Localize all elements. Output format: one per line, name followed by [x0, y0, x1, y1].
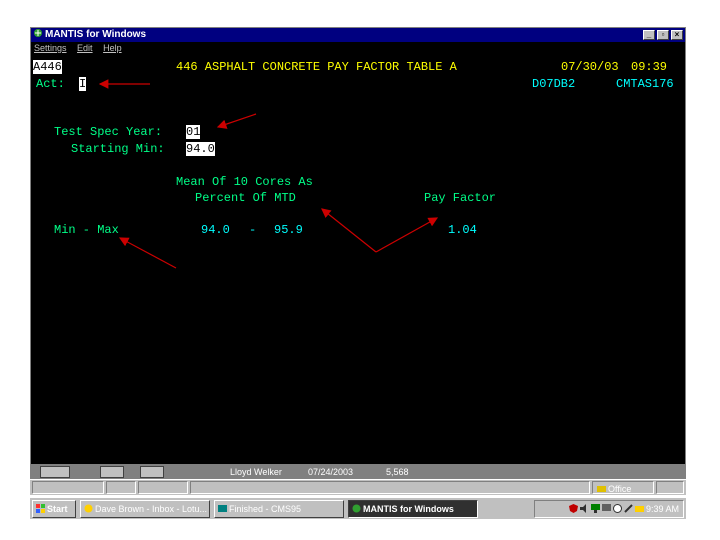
monitor-icon[interactable]: [601, 502, 611, 511]
mantis-app-icon: [33, 28, 43, 38]
task-mantis[interactable]: MANTIS for Windows: [348, 500, 478, 518]
office-label: Office: [608, 484, 632, 494]
title-bar[interactable]: MANTIS for Windows _ ▫ ×: [31, 28, 685, 42]
col-header-mean-line1: Mean Of 10 Cores As: [176, 175, 313, 189]
network-icon[interactable]: [590, 502, 600, 513]
menu-bar: Settings Edit Help: [31, 42, 685, 55]
act-input[interactable]: I: [79, 77, 87, 91]
strip-tab[interactable]: [140, 466, 164, 478]
taskbar: Start Dave Brown - Inbox - Lotu... Finis…: [30, 497, 686, 519]
system-tray: 9:39 AM: [534, 500, 684, 518]
starting-min-input[interactable]: 94.0: [186, 142, 215, 156]
mantis-window: MANTIS for Windows _ ▫ × Settings Edit H…: [30, 27, 686, 465]
strip-date: 07/24/2003: [308, 467, 354, 477]
terminal-screen: A446 446 ASPHALT CONCRETE PAY FACTOR TAB…: [31, 55, 685, 464]
pen-icon[interactable]: [624, 502, 633, 513]
status-cell: [656, 481, 684, 494]
spec-year-label: Test Spec Year:: [54, 125, 163, 139]
screen-time: 09:39: [631, 60, 668, 74]
menu-settings[interactable]: Settings: [34, 43, 67, 53]
folder-icon: [597, 483, 606, 492]
strip-user: Lloyd Welker: [230, 467, 282, 477]
status-cell: [32, 481, 104, 494]
scheduler-icon[interactable]: [612, 502, 622, 513]
spec-year-input[interactable]: 01: [186, 125, 201, 139]
taskbar-clock[interactable]: 9:39 AM: [646, 504, 679, 514]
strip-number: 5,568: [386, 467, 409, 477]
menu-edit[interactable]: Edit: [77, 43, 93, 53]
screen-date: 07/30/03: [561, 60, 619, 74]
row-label-min-max: Min - Max: [54, 223, 119, 237]
cms-icon: [218, 502, 227, 512]
task-cms95[interactable]: Finished - CMS95: [214, 500, 344, 518]
status-bar: Office: [30, 479, 686, 495]
starting-min-label: Starting Min:: [71, 142, 165, 156]
annotation-4: (4): [372, 257, 385, 269]
terminal-id: D07DB2: [532, 77, 576, 91]
status-cell: [106, 481, 136, 494]
mail-icon[interactable]: [634, 502, 644, 512]
underlying-app-strip: Lloyd Welker 07/24/2003 5,568: [30, 465, 686, 479]
shield-icon[interactable]: [568, 502, 578, 513]
minimize-button[interactable]: _: [643, 30, 655, 40]
strip-tab[interactable]: [100, 466, 124, 478]
task-lotus-inbox[interactable]: Dave Brown - Inbox - Lotu...: [80, 500, 210, 518]
annotation-3: (3): [180, 268, 193, 280]
screen-id: CMTAS176: [616, 77, 674, 91]
annotation-1: (1): [155, 77, 168, 89]
row-min-value[interactable]: 94.0: [201, 223, 230, 237]
office-cell[interactable]: Office: [592, 481, 654, 494]
restore-button[interactable]: ▫: [657, 30, 669, 40]
start-button[interactable]: Start: [32, 500, 76, 518]
menu-help[interactable]: Help: [103, 43, 122, 53]
col-header-pay-factor: Pay Factor: [424, 191, 497, 205]
status-cell: [190, 481, 590, 494]
speaker-icon[interactable]: [579, 502, 589, 513]
act-label: Act:: [36, 77, 65, 91]
col-header-mean-line2: Percent Of MTD: [195, 191, 296, 205]
windows-logo-icon: [36, 502, 45, 513]
row-max-value[interactable]: 95.9: [274, 223, 303, 237]
row-pay-factor[interactable]: 1.04: [448, 223, 477, 237]
window-title: MANTIS for Windows: [45, 29, 147, 40]
strip-tab[interactable]: [40, 466, 70, 478]
screen-heading: 446 ASPHALT CONCRETE PAY FACTOR TABLE A: [176, 60, 457, 74]
mantis-app-icon: [352, 502, 361, 513]
lotus-notes-icon: [84, 502, 93, 513]
row-dash: -: [249, 223, 257, 237]
close-button[interactable]: ×: [671, 30, 683, 40]
status-cell: [138, 481, 188, 494]
screen-code: A446: [33, 60, 62, 74]
annotation-2: (2): [258, 106, 271, 118]
